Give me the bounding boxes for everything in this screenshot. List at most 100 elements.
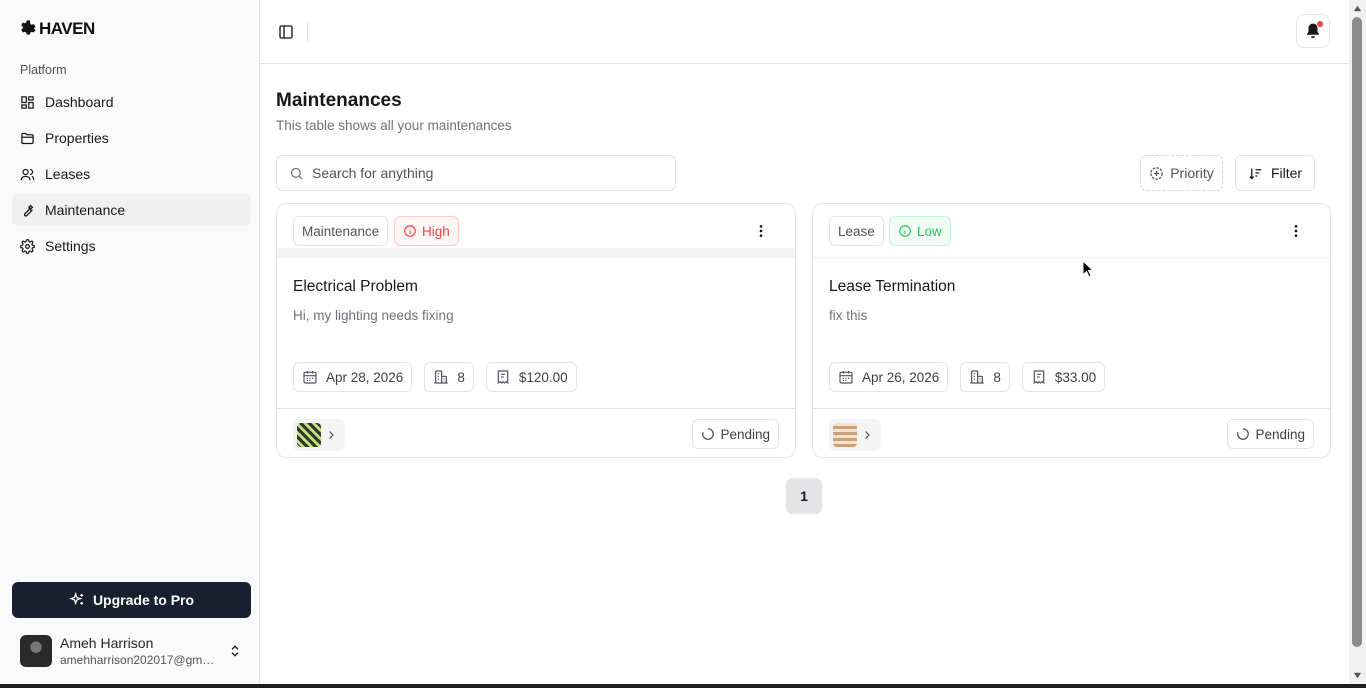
calendar-icon	[839, 371, 853, 384]
nav-group-label: Platform	[20, 63, 67, 77]
sidebar-item-maintenance[interactable]: Maintenance	[12, 194, 251, 226]
loader-icon	[702, 428, 715, 440]
unit-text: 8	[457, 369, 465, 385]
unit-chip: 8	[960, 362, 1010, 392]
user-name: Ameh Harrison	[60, 634, 154, 651]
sparkles-icon	[68, 592, 83, 606]
calendar-icon	[303, 371, 317, 384]
search-icon	[290, 167, 303, 180]
page-title: Maintenances	[276, 90, 402, 111]
notification-dot	[1317, 21, 1323, 27]
more-vertical-icon[interactable]	[753, 223, 769, 239]
amount-chip: $120.00	[485, 362, 577, 392]
priority-text: High	[422, 223, 450, 239]
scroll-down-arrow-icon[interactable]	[1353, 671, 1362, 680]
wrench-icon	[23, 204, 34, 217]
sidebar-item-label: Maintenance	[45, 202, 126, 218]
date-chip: Apr 28, 2026	[293, 362, 413, 392]
card-title: Lease Termination	[829, 278, 956, 295]
folder-icon	[21, 132, 34, 144]
info-icon	[404, 225, 416, 237]
user-email: amehharrison202017@gmail.com	[60, 652, 220, 667]
chevrons-up-down-icon	[231, 645, 239, 657]
maintenance-card[interactable]: Maintenance High Electrical Problem Hi, …	[276, 203, 796, 458]
plus-circle-icon	[1150, 166, 1163, 180]
sidebar-item-label: Properties	[45, 130, 109, 146]
type-badge: Maintenance	[293, 216, 389, 246]
card-description: fix this	[829, 308, 868, 323]
pagination-page-button[interactable]: 1	[786, 478, 822, 514]
card-footer: Pending	[277, 408, 795, 457]
upgrade-button[interactable]: Upgrade to Pro	[12, 582, 251, 618]
receipt-icon	[1033, 370, 1045, 385]
assignee-avatar-button[interactable]	[293, 419, 345, 451]
amount-text: $33.00	[1054, 369, 1097, 385]
sidebar: HAVEN Platform Dashboard Properties Leas…	[0, 0, 260, 684]
sidebar-item-label: Settings	[45, 238, 96, 254]
user-info: Ameh Harrison amehharrison202017@gmail.c…	[60, 635, 220, 668]
maintenance-card[interactable]: Lease Low Lease Termination fix this Apr…	[812, 203, 1331, 458]
assignee-avatar-button[interactable]	[829, 419, 881, 451]
scroll-up-arrow-icon[interactable]	[1353, 4, 1362, 13]
mouse-cursor-icon	[1082, 260, 1094, 278]
type-badge: Lease	[829, 216, 884, 246]
unit-text: 8	[993, 369, 1001, 385]
receipt-icon	[497, 370, 509, 385]
info-icon	[899, 225, 911, 237]
more-vertical-icon[interactable]	[1288, 223, 1304, 239]
amount-chip: $33.00	[1021, 362, 1106, 392]
card-description: Hi, my lighting needs fixing	[293, 308, 454, 323]
filter-label: Filter	[1270, 165, 1303, 181]
notifications-button[interactable]	[1296, 14, 1330, 48]
unit-chip: 8	[424, 362, 474, 392]
building-icon	[434, 370, 448, 384]
brand-name: HAVEN	[39, 19, 95, 38]
date-text: Apr 26, 2026	[862, 369, 940, 385]
filter-button[interactable]: Filter	[1235, 155, 1315, 191]
card-meta: Apr 26, 2026 8 $33.00	[829, 362, 1106, 392]
sidebar-item-properties[interactable]: Properties	[12, 122, 251, 154]
priority-label: Priority	[1170, 165, 1214, 181]
card-meta: Apr 28, 2026 8 $120.00	[293, 362, 577, 392]
sidebar-item-leases[interactable]: Leases	[12, 158, 251, 190]
status-badge: Pending	[692, 419, 779, 449]
card-header: Lease Low	[813, 204, 1330, 258]
card-title: Electrical Problem	[293, 278, 418, 295]
date-chip: Apr 26, 2026	[829, 362, 949, 392]
amount-text: $120.00	[518, 369, 568, 385]
card-footer: Pending	[813, 408, 1330, 457]
sidebar-nav: Dashboard Properties Leases Maintenance …	[12, 86, 251, 266]
vertical-scrollbar[interactable]	[1349, 0, 1366, 684]
priority-badge: High	[394, 216, 459, 246]
building-icon	[970, 370, 984, 384]
users-icon	[20, 168, 35, 180]
sidebar-item-settings[interactable]: Settings	[12, 230, 251, 262]
chevron-right-icon	[865, 431, 870, 439]
sidebar-item-label: Dashboard	[45, 94, 114, 110]
card-header: Maintenance High	[277, 204, 795, 258]
brand-logo[interactable]: HAVEN	[18, 19, 95, 39]
sidebar-item-dashboard[interactable]: Dashboard	[12, 86, 251, 118]
upgrade-label: Upgrade to Pro	[92, 592, 195, 608]
loader-icon	[1237, 428, 1250, 440]
priority-text: Low	[917, 223, 942, 239]
assignee-thumbnail	[297, 423, 321, 447]
status-text: Pending	[720, 426, 770, 442]
sidebar-item-label: Leases	[45, 166, 91, 182]
status-badge: Pending	[1227, 419, 1314, 449]
window-bottom-edge	[0, 684, 1366, 688]
search-box[interactable]	[276, 155, 676, 191]
search-input[interactable]	[312, 165, 652, 181]
topbar-divider	[307, 22, 308, 42]
user-menu[interactable]: Ameh Harrison amehharrison202017@gmail.c…	[20, 634, 250, 668]
page-subtitle: This table shows all your maintenances	[276, 118, 512, 133]
assignee-thumbnail	[833, 423, 857, 447]
sidebar-toggle-icon[interactable]	[278, 24, 294, 40]
priority-filter-button[interactable]: Priority	[1140, 155, 1223, 191]
status-text: Pending	[1255, 426, 1305, 442]
scrollbar-thumb[interactable]	[1352, 17, 1362, 647]
priority-badge: Low	[889, 216, 951, 246]
user-avatar	[20, 635, 52, 667]
date-text: Apr 28, 2026	[326, 369, 404, 385]
chevron-right-icon	[329, 431, 334, 439]
